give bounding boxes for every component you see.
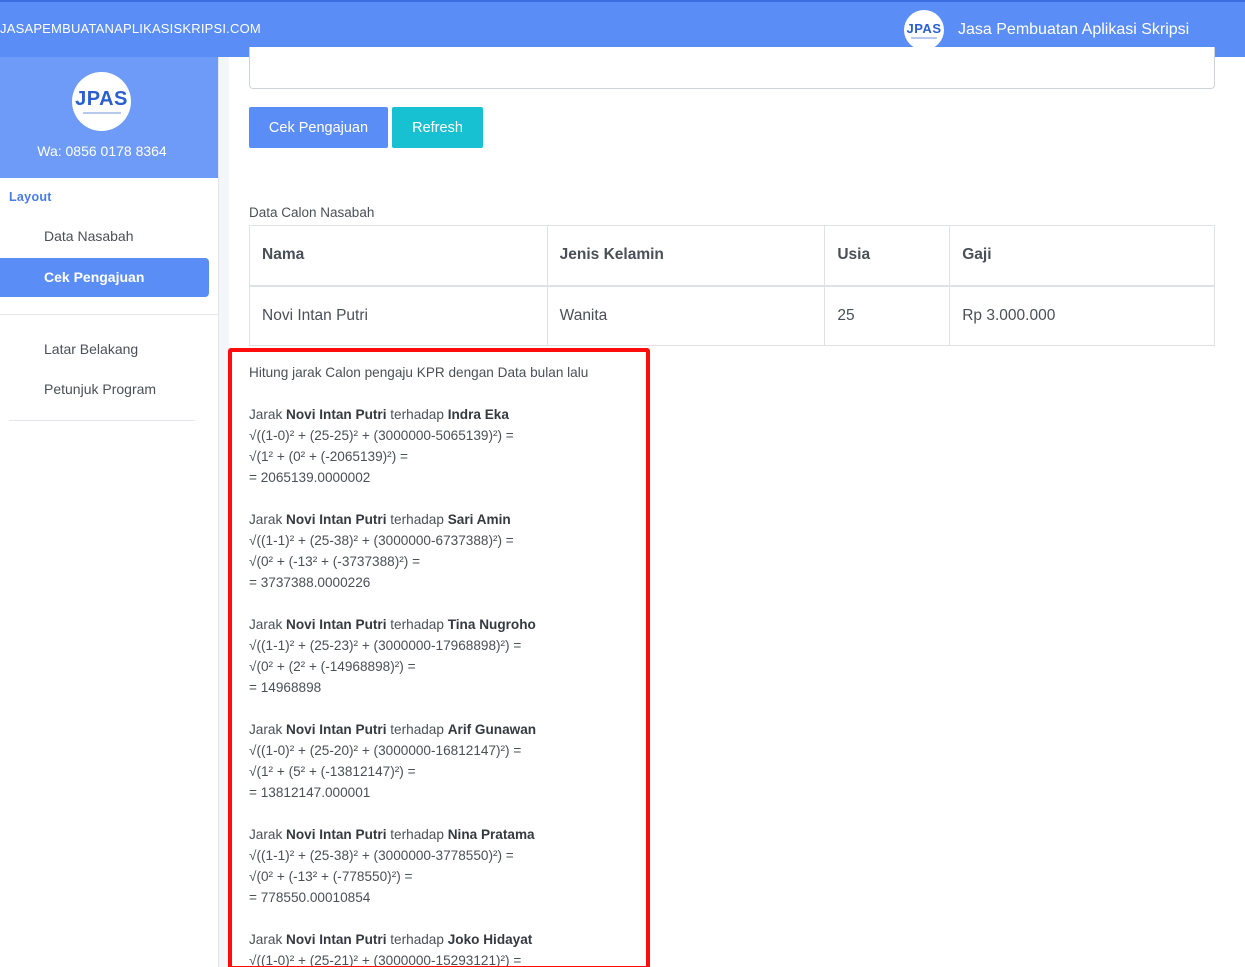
sidebar-item-latar-belakang[interactable]: Latar Belakang <box>0 330 209 369</box>
table-header-row: Nama Jenis Kelamin Usia Gaji <box>249 225 1215 287</box>
nav-section-layout: Layout <box>9 190 52 204</box>
jpas-logo-icon: JPAS <box>904 10 944 50</box>
col-header-nama: Nama <box>249 225 548 287</box>
table-caption: Data Calon Nasabah <box>249 205 375 220</box>
sidebar-profile: JPAS Wa: 0856 0178 8364 <box>0 57 218 178</box>
cell-jenis-kelamin: Wanita <box>546 285 826 346</box>
cell-gaji: Rp 3.000.000 <box>949 285 1215 346</box>
sidebar: JPAS Wa: 0856 0178 8364 Layout Data Nasa… <box>0 57 219 967</box>
red-highlight-box <box>228 348 650 967</box>
refresh-button[interactable]: Refresh <box>392 107 483 148</box>
cell-nama: Novi Intan Putri <box>249 285 548 346</box>
whatsapp-contact: Wa: 0856 0178 8364 <box>37 143 167 159</box>
col-header-gaji: Gaji <box>949 225 1215 287</box>
sidebar-item-cek-pengajuan[interactable]: Cek Pengajuan <box>0 258 209 297</box>
col-header-jenis-kelamin: Jenis Kelamin <box>546 225 826 287</box>
table-row: Novi Intan Putri Wanita 25 Rp 3.000.000 <box>249 285 1215 346</box>
cek-pengajuan-button[interactable]: Cek Pengajuan <box>249 107 388 148</box>
app-name: Jasa Pembuatan Aplikasi Skripsi <box>958 21 1190 38</box>
sidebar-item-petunjuk-program[interactable]: Petunjuk Program <box>0 370 209 409</box>
jpas-logo-icon: JPAS <box>72 72 131 131</box>
site-url-brand[interactable]: JASAPEMBUATANAPLIKASISKRIPSI.COM <box>0 21 261 36</box>
nav-divider <box>9 420 195 421</box>
customer-table: Nama Jenis Kelamin Usia Gaji Novi Intan … <box>249 225 1215 346</box>
nav-divider <box>0 314 219 315</box>
cell-usia: 25 <box>824 285 951 346</box>
input-textarea[interactable] <box>249 47 1215 89</box>
app-brand[interactable]: JPAS Jasa Pembuatan Aplikasi Skripsi <box>904 10 1189 50</box>
col-header-usia: Usia <box>824 225 951 287</box>
sidebar-item-data-nasabah[interactable]: Data Nasabah <box>0 217 209 256</box>
